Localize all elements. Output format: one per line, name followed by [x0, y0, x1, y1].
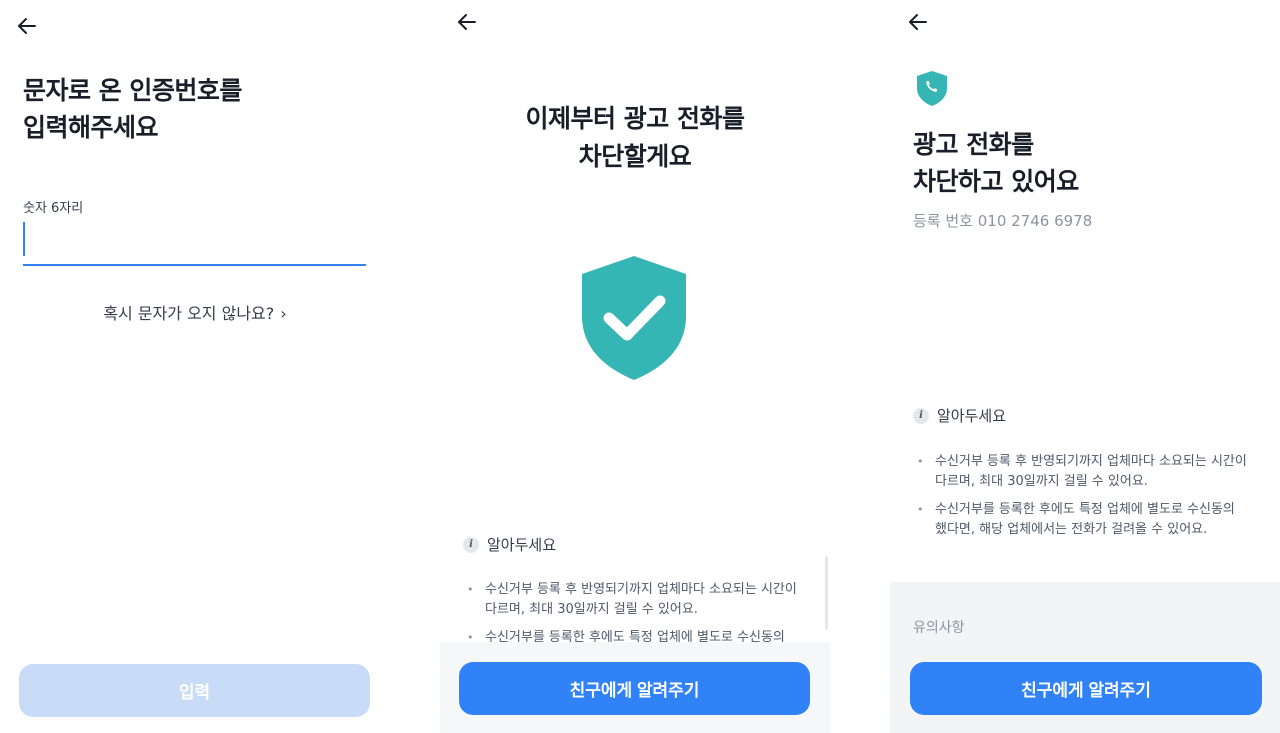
title-line-1: 문자로 온 인증번호를 — [23, 76, 242, 105]
back-arrow-icon[interactable] — [15, 14, 39, 38]
list-item: 수신거부 등록 후 반영되기까지 업체마다 소요되는 시간이 다르며, 최대 3… — [913, 452, 1249, 492]
no-sms-link[interactable]: 혹시 문자가 오지 않나요? › — [0, 300, 390, 324]
no-sms-link-label: 혹시 문자가 오지 않나요? — [103, 304, 275, 323]
info-icon: i — [463, 536, 479, 553]
registered-number: 등록 번호 010 2746 6978 — [913, 212, 1093, 230]
notice-list: 수신거부 등록 후 반영되기까지 업체마다 소요되는 시간이 다르며, 최대 3… — [463, 580, 799, 648]
notice-header: i 알아두세요 — [913, 405, 1249, 426]
list-item: 수신거부 등록 후 반영되기까지 업체마다 소요되는 시간이 다르며, 최대 3… — [463, 580, 799, 620]
shield-phone-icon — [917, 71, 947, 106]
code-input[interactable] — [23, 216, 366, 266]
page-title: 광고 전화를 차단하고 있어요 — [913, 126, 1079, 200]
verification-screen: 문자로 온 인증번호를 입력해주세요 숫자 6자리 혹시 문자가 오지 않나요?… — [0, 0, 390, 733]
title-line-1: 광고 전화를 — [913, 130, 1034, 159]
list-item: 수신거부를 등록한 후에도 특정 업체에 별도로 수신동의 했다면, 해당 업체… — [913, 500, 1249, 540]
share-button[interactable]: 친구에게 알려주기 — [459, 662, 810, 715]
back-arrow-icon[interactable] — [455, 10, 479, 34]
title-line-1: 이제부터 광고 전화를 — [525, 104, 745, 133]
shield-check-icon — [582, 256, 686, 380]
caution-title: 유의사항 — [913, 620, 965, 636]
notice-section: i 알아두세요 수신거부 등록 후 반영되기까지 업체마다 소요되는 시간이 다… — [463, 534, 799, 656]
block-confirm-screen: 이제부터 광고 전화를 차단할게요 i 알아두세요 수신거부 등록 후 반영되기… — [440, 0, 830, 733]
submit-button[interactable]: 입력 — [19, 664, 370, 717]
scrollbar[interactable] — [825, 556, 828, 630]
notice-header: i 알아두세요 — [463, 534, 799, 555]
notice-section: i 알아두세요 수신거부 등록 후 반영되기까지 업체마다 소요되는 시간이 다… — [913, 405, 1249, 548]
notice-title: 알아두세요 — [937, 407, 1007, 425]
notice-title: 알아두세요 — [487, 536, 557, 554]
chevron-right-icon: › — [280, 304, 287, 323]
page-title: 이제부터 광고 전화를 차단할게요 — [440, 100, 830, 176]
code-input-label: 숫자 6자리 — [23, 201, 84, 216]
back-arrow-icon[interactable] — [906, 10, 930, 34]
title-line-2: 차단할게요 — [578, 142, 692, 171]
page-title: 문자로 온 인증번호를 입력해주세요 — [23, 72, 242, 146]
share-button[interactable]: 친구에게 알려주기 — [910, 662, 1262, 715]
text-cursor — [23, 222, 25, 256]
info-icon: i — [913, 407, 929, 424]
block-status-screen: 광고 전화를 차단하고 있어요 등록 번호 010 2746 6978 i 알아… — [890, 0, 1280, 733]
title-line-2: 차단하고 있어요 — [913, 167, 1079, 196]
title-line-2: 입력해주세요 — [23, 113, 159, 142]
notice-list: 수신거부 등록 후 반영되기까지 업체마다 소요되는 시간이 다르며, 최대 3… — [913, 452, 1249, 540]
